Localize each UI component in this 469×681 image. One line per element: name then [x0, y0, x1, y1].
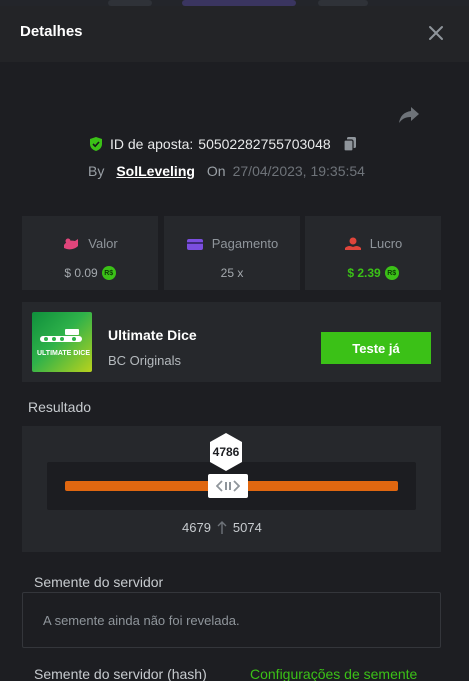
- modal-title: Detalhes: [20, 23, 83, 40]
- coin-icon: R$: [101, 266, 116, 280]
- range-low: 4679: [182, 520, 211, 535]
- server-seed-placeholder: A semente ainda não foi revelada.: [43, 613, 240, 628]
- thumb-dot: [60, 337, 64, 341]
- payout-card-icon: [186, 238, 203, 250]
- thumb-title: ULTIMATE DICE: [37, 350, 91, 357]
- seed-settings-link[interactable]: Configurações de semente: [250, 666, 417, 681]
- server-seed-field[interactable]: A semente ainda não foi revelada.: [22, 592, 441, 648]
- copy-icon[interactable]: [342, 136, 358, 152]
- profit-icon: [344, 237, 361, 250]
- server-seed-hash-label: Semente do servidor (hash): [34, 666, 207, 681]
- profit-value: $ 2.39: [347, 266, 381, 280]
- game-card: ULTIMATE DICE Ultimate Dice BC Originals…: [22, 302, 441, 382]
- amount-value: $ 0.09: [64, 266, 98, 280]
- modal-header: Detalhes: [0, 6, 469, 62]
- thumb-dot: [72, 337, 76, 341]
- arrow-up-icon: [217, 520, 227, 534]
- payout-value: 25 x: [220, 266, 244, 280]
- game-provider: BC Originals: [108, 353, 181, 368]
- thumb-dot: [44, 337, 48, 341]
- bet-id-value: 50502282755703048: [198, 136, 331, 152]
- bet-details-modal: Detalhes ID de aposta: 50502282755703048…: [0, 6, 469, 681]
- drag-arrows-icon: [216, 480, 240, 492]
- server-seed-label: Semente do servidor: [34, 574, 164, 590]
- on-label: On: [206, 163, 226, 179]
- thumb-dot: [52, 337, 56, 341]
- wager-icon: [64, 238, 79, 249]
- thumb-tag: [65, 329, 79, 335]
- result-value: 4786: [212, 445, 240, 459]
- result-range: 4679 5074: [182, 520, 262, 535]
- result-panel: 4786 4679 5074: [22, 426, 441, 552]
- close-icon[interactable]: [426, 23, 446, 43]
- coin-icon: R$: [384, 266, 399, 280]
- bet-id-label: ID de aposta:: [110, 136, 194, 152]
- try-now-button[interactable]: Teste já: [321, 332, 431, 364]
- amount-label: Valor: [88, 236, 118, 251]
- stat-payout: Pagamento 25 x: [164, 216, 300, 290]
- bet-datetime: 27/04/2023, 19:35:54: [232, 163, 365, 179]
- range-high: 5074: [232, 520, 262, 535]
- bet-byline: By SolLeveling On 27/04/2023, 19:35:54: [88, 163, 365, 179]
- share-icon[interactable]: [397, 104, 421, 126]
- bet-id-row: ID de aposta: 50502282755703048: [88, 135, 358, 153]
- by-label: By: [88, 163, 105, 179]
- payout-label: Pagamento: [211, 236, 279, 251]
- username-link[interactable]: SolLeveling: [116, 163, 195, 179]
- profit-label: Lucro: [369, 236, 403, 251]
- game-name: Ultimate Dice: [108, 327, 197, 343]
- result-label: Resultado: [28, 399, 92, 415]
- slider-handle[interactable]: [208, 474, 248, 498]
- shield-check-icon: [90, 137, 102, 151]
- game-thumbnail[interactable]: ULTIMATE DICE: [32, 312, 92, 372]
- bet-stats: Valor $ 0.09 R$ Pagamento 25 x Lucro $ 2…: [22, 216, 441, 290]
- stat-profit: Lucro $ 2.39 R$: [305, 216, 441, 290]
- stat-amount: Valor $ 0.09 R$: [22, 216, 158, 290]
